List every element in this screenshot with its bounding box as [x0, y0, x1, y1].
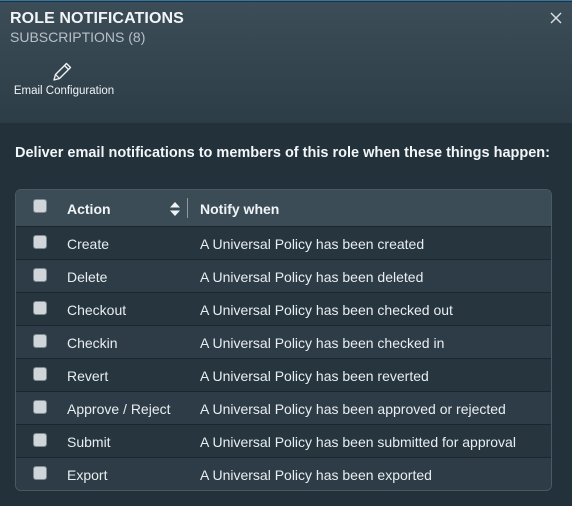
row-checkbox[interactable] [33, 367, 47, 381]
select-all-checkbox[interactable] [33, 199, 47, 213]
table-row[interactable]: Create A Universal Policy has been creat… [16, 226, 551, 259]
action-cell: Checkin [67, 335, 118, 351]
action-cell: Delete [67, 269, 108, 285]
sort-icon[interactable] [169, 200, 181, 218]
close-button[interactable] [548, 10, 564, 26]
notify-when-cell: A Universal Policy has been reverted [200, 368, 429, 384]
column-header-action[interactable]: Action [67, 201, 111, 217]
row-checkbox[interactable] [33, 400, 47, 414]
table-row[interactable]: Submit A Universal Policy has been submi… [16, 424, 551, 457]
notify-when-cell: A Universal Policy has been checked in [200, 335, 445, 351]
notifications-table: Action Notify when Create A Universal Po… [15, 189, 552, 491]
dialog-header: ROLE NOTIFICATIONS SUBSCRIPTIONS (8) Ema… [0, 2, 572, 123]
notify-when-cell: A Universal Policy has been approved or … [200, 401, 506, 417]
notify-when-cell: A Universal Policy has been deleted [200, 269, 424, 285]
row-checkbox[interactable] [33, 334, 47, 348]
notify-when-cell: A Universal Policy has been submitted fo… [200, 434, 516, 450]
table-row[interactable]: Checkout A Universal Policy has been che… [16, 292, 551, 325]
pencil-icon [53, 62, 72, 81]
action-cell: Create [67, 236, 110, 252]
email-configuration-label: Email Configuration [13, 85, 115, 97]
close-icon [550, 12, 562, 24]
instructions-text: Deliver email notifications to members o… [15, 145, 550, 161]
table-row[interactable]: Delete A Universal Policy has been delet… [16, 259, 551, 292]
row-checkbox[interactable] [33, 268, 47, 282]
table-row[interactable]: Approve / Reject A Universal Policy has … [16, 391, 551, 424]
table-row[interactable]: Export A Universal Policy has been expor… [16, 457, 551, 490]
action-cell: Revert [67, 368, 109, 384]
email-configuration-button[interactable]: Email Configuration [8, 58, 120, 102]
table-header: Action Notify when [16, 190, 551, 226]
column-divider[interactable] [187, 198, 188, 218]
action-cell: Submit [67, 434, 111, 450]
dialog-title: ROLE NOTIFICATIONS [10, 10, 184, 27]
notify-when-cell: A Universal Policy has been created [200, 236, 425, 252]
action-cell: Approve / Reject [67, 401, 171, 417]
table-row[interactable]: Revert A Universal Policy has been rever… [16, 358, 551, 391]
notify-when-cell: A Universal Policy has been checked out [200, 302, 453, 318]
row-checkbox[interactable] [33, 235, 47, 249]
action-cell: Checkout [67, 302, 127, 318]
action-cell: Export [67, 467, 108, 483]
row-checkbox[interactable] [33, 466, 47, 480]
column-header-notify-when[interactable]: Notify when [200, 201, 279, 217]
row-checkbox[interactable] [33, 301, 47, 315]
notify-when-cell: A Universal Policy has been exported [200, 467, 432, 483]
dialog-subtitle: SUBSCRIPTIONS (8) [10, 29, 146, 45]
table-row[interactable]: Checkin A Universal Policy has been chec… [16, 325, 551, 358]
row-checkbox[interactable] [33, 433, 47, 447]
role-notifications-dialog: ROLE NOTIFICATIONS SUBSCRIPTIONS (8) Ema… [0, 0, 572, 506]
